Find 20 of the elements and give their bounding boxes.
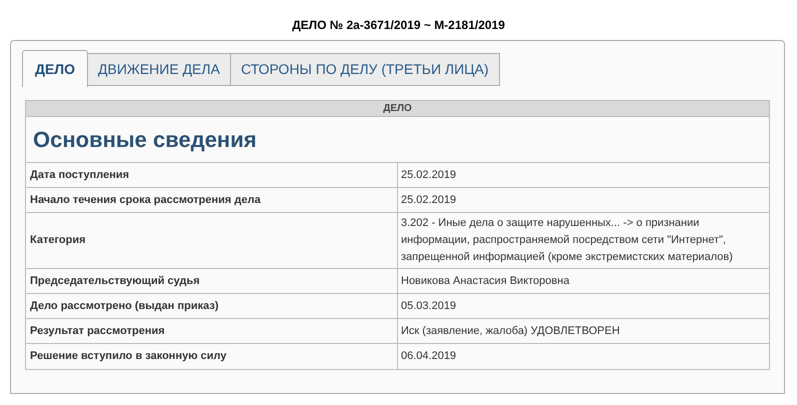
field-label: Председательствующий судья xyxy=(30,274,200,289)
field-label: Результат рассмотрения xyxy=(30,324,165,339)
field-value: 3.202 - Иные дела о защите нарушенных... -> о признании информации, распространяемой посредством сети "Интернет", запрещенной информацией (кроме экстремистских материалов) xyxy=(401,216,734,265)
field-value: Иск (заявление, жалоба) УДОВЛЕТВОРЕН xyxy=(401,324,620,338)
field-value: 06.04.2019 xyxy=(401,349,456,364)
field-label: Дело рассмотрено (выдан приказ) xyxy=(30,298,218,314)
field-label: Начало течения срока рассмотрения дела xyxy=(30,192,261,208)
field-label: Дата поступления xyxy=(30,168,130,183)
table-caption: ДЕЛО xyxy=(26,101,769,117)
section-heading: Основные сведения xyxy=(33,126,257,154)
field-value: 05.03.2019 xyxy=(401,298,456,314)
field-label: Категория xyxy=(30,233,86,248)
tab[interactable]: ДЕЛО xyxy=(22,50,88,87)
tab[interactable]: ДВИЖЕНИЕ ДЕЛА xyxy=(88,53,231,86)
tab[interactable]: СТОРОНЫ ПО ДЕЛУ (ТРЕТЬИ ЛИЦА) xyxy=(230,53,500,86)
field-value: Новикова Анастасия Викторовна xyxy=(401,274,570,288)
case-title: ДЕЛО № 2а-3671/2019 ~ М-2181/2019 xyxy=(291,17,506,34)
field-value: 25.02.2019 xyxy=(401,168,456,182)
field-value: 25.02.2019 xyxy=(401,192,456,208)
field-label: Решение вступило в законную силу xyxy=(30,349,226,364)
